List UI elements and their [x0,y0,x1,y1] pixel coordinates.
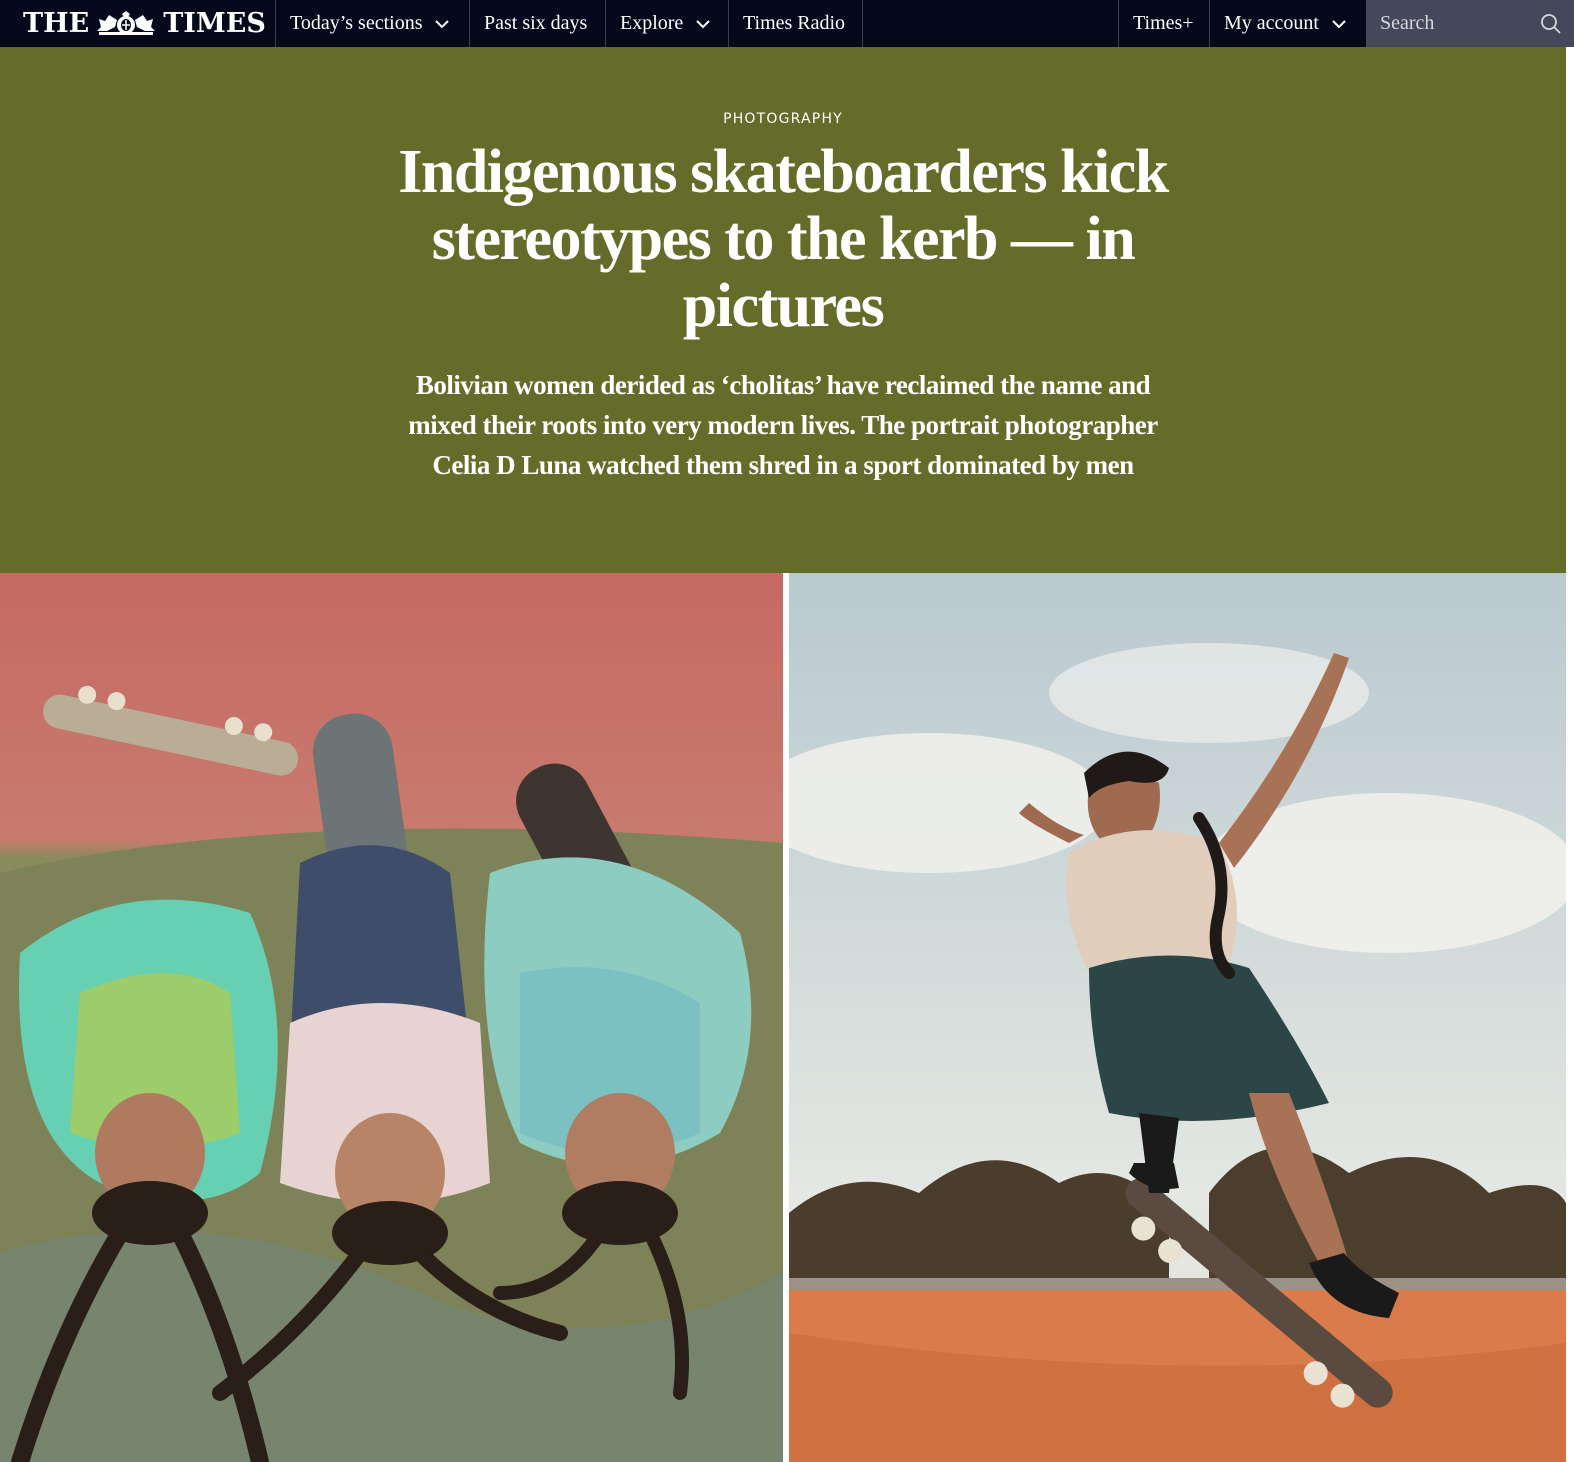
search-box [1366,0,1574,47]
article-hero: PHOTOGRAPHY Indigenous skateboarders kic… [0,47,1566,573]
nav-my-account[interactable]: My account [1210,0,1366,47]
nav-label: My account [1224,12,1319,34]
nav-explore[interactable]: Explore [606,0,729,47]
photo-three-skaters-lying [0,573,783,1462]
nav-todays-sections[interactable]: Today’s sections [276,0,470,47]
royal-crest-icon [91,10,161,37]
search-input[interactable] [1380,12,1520,35]
article-standfirst: Bolivian women derided as ‘cholitas’ hav… [408,370,1158,480]
page-right-gutter [1566,47,1574,1462]
chevron-down-icon [434,19,450,29]
chevron-down-icon [695,19,711,29]
photo-skater-jumping [789,573,1566,1462]
chevron-down-icon [1331,19,1347,29]
section-kicker[interactable]: PHOTOGRAPHY [0,111,1566,127]
times-logo[interactable]: THE TIMES [0,0,276,47]
nav-times-plus[interactable]: Times+ [1118,0,1210,47]
nav-times-radio[interactable]: Times Radio [729,0,863,47]
top-navigation: THE TIMES Today’s sections Past six days [0,0,1574,47]
logo-word-the: THE [23,8,90,39]
nav-label: Explore [620,12,684,34]
logo-word-times: TIMES [163,8,266,39]
article-headline: Indigenous skateboarders kick stereotype… [398,138,1169,340]
nav-label: Today’s sections [290,12,423,34]
nav-label: Times+ [1133,12,1194,34]
nav-past-six-days[interactable]: Past six days [470,0,606,47]
search-icon[interactable] [1540,13,1562,35]
nav-label: Past six days [484,12,588,34]
nav-label: Times Radio [743,12,846,34]
